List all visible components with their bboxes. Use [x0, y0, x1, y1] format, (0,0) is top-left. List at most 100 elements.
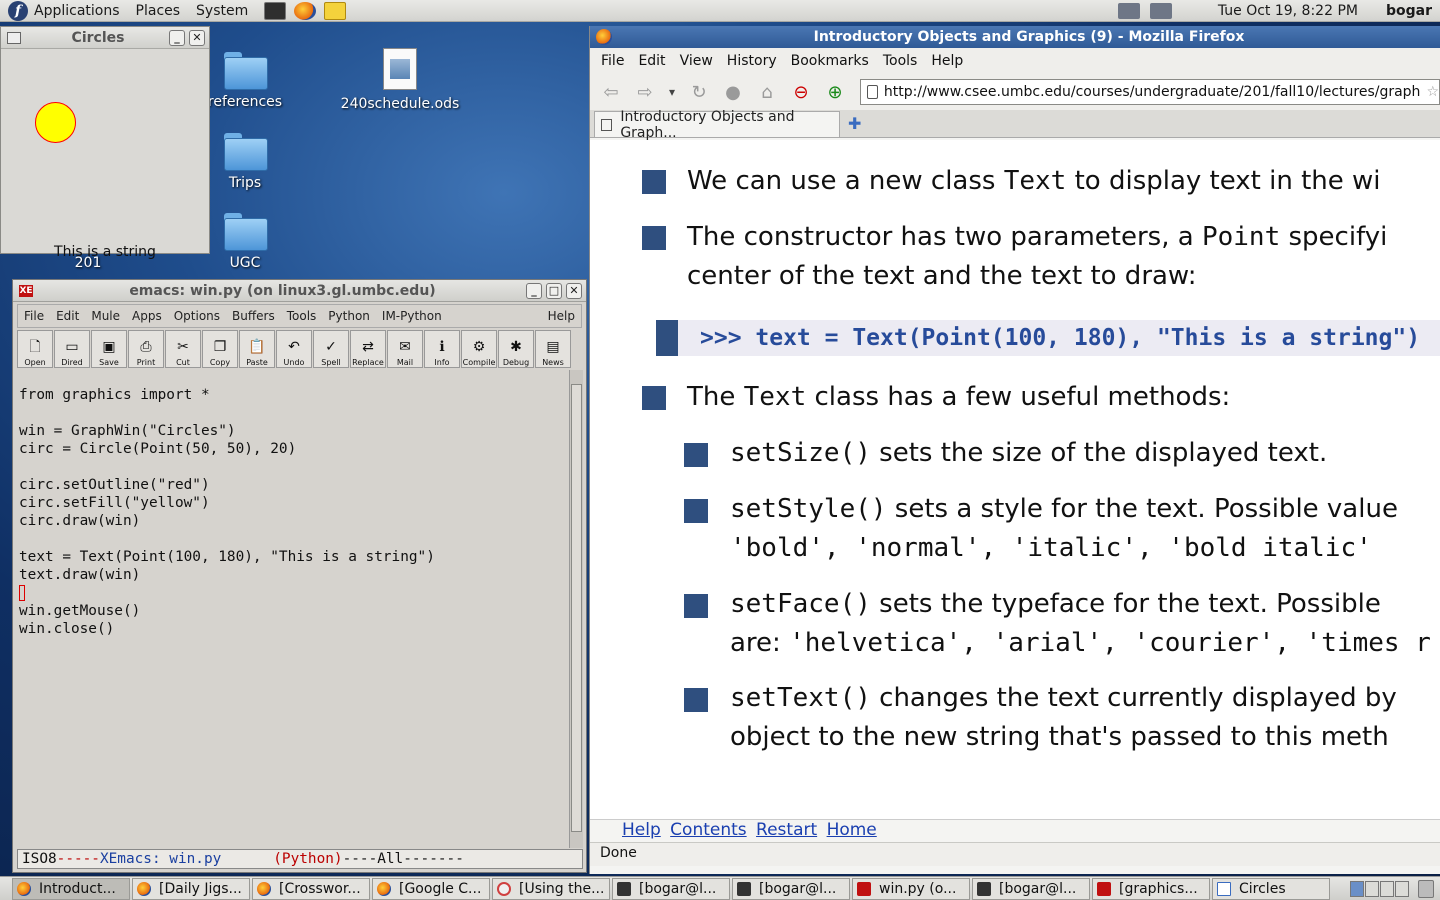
desktop-icon-label: references: [207, 94, 283, 110]
menu-tools[interactable]: Tools: [876, 53, 925, 69]
taskbar-item[interactable]: [graphics...: [1092, 877, 1210, 900]
toolbar-save-button[interactable]: ▣ Save: [91, 330, 127, 368]
menu-python[interactable]: Python: [322, 309, 376, 323]
taskbar-item[interactable]: [bogar@l...: [972, 877, 1090, 900]
reload-icon[interactable]: ↻: [684, 79, 714, 105]
history-dropdown-icon[interactable]: ▾: [664, 79, 680, 105]
taskbar-item[interactable]: win.py (o...: [852, 877, 970, 900]
close-button[interactable]: ✕: [566, 282, 582, 299]
menu-buffers[interactable]: Buffers: [226, 309, 281, 323]
menu-history[interactable]: History: [720, 53, 784, 69]
toolbar-replace-button[interactable]: ⇄ Replace: [350, 330, 386, 368]
toolbar-spell-button[interactable]: ✓ Spell: [313, 330, 349, 368]
taskbar-item[interactable]: Introduct...: [12, 877, 130, 900]
graphics-canvas[interactable]: This is a string: [1, 49, 209, 260]
taskbar-label: Introduct...: [39, 880, 116, 897]
menu-file[interactable]: File: [594, 53, 631, 69]
back-icon[interactable]: ⇦: [596, 79, 626, 105]
maximize-button[interactable]: □: [546, 282, 562, 299]
toolbar-open-button[interactable]: 🗋 Open: [17, 330, 53, 368]
browser-tab[interactable]: Introductory Objects and Graph...: [594, 109, 840, 141]
page-content[interactable]: We can use a new class Text to display t…: [590, 140, 1440, 820]
volume-muted-icon[interactable]: [1117, 2, 1140, 19]
scrollbar-thumb[interactable]: [571, 384, 582, 832]
menu-tools[interactable]: Tools: [281, 309, 323, 323]
menu-edit[interactable]: Edit: [50, 309, 85, 323]
taskbar-item[interactable]: [bogar@l...: [732, 877, 850, 900]
workspace-2[interactable]: [1365, 880, 1379, 897]
desktop-icon-references[interactable]: references: [205, 52, 285, 110]
system-menu[interactable]: System: [196, 3, 248, 19]
toolbar-info-button[interactable]: ℹ Info: [424, 330, 460, 368]
circles-titlebar[interactable]: Circles _ ✕: [1, 27, 209, 49]
clock[interactable]: Tue Oct 19, 8:22 PM: [1218, 3, 1358, 19]
taskbar-item[interactable]: [Daily Jigs...: [132, 877, 250, 900]
menu-help[interactable]: Help: [542, 309, 581, 323]
bookmark-star-icon[interactable]: ☆: [1426, 84, 1439, 100]
taskbar-item[interactable]: [Using the...: [492, 877, 610, 900]
toolbar-print-button[interactable]: ⎙ Print: [128, 330, 164, 368]
trash-icon[interactable]: [1418, 879, 1434, 898]
restart-link[interactable]: Restart: [756, 820, 817, 840]
taskbar-item[interactable]: [bogar@l...: [612, 877, 730, 900]
toolbar-news-button[interactable]: ▤ News: [535, 330, 571, 368]
stop-icon[interactable]: ●: [718, 79, 748, 105]
close-button[interactable]: ✕: [189, 29, 205, 46]
contents-link[interactable]: Contents: [670, 820, 746, 840]
menu-file[interactable]: File: [18, 309, 50, 323]
menu-im-python[interactable]: IM-Python: [376, 309, 448, 323]
minimize-button[interactable]: _: [526, 282, 542, 299]
menu-options[interactable]: Options: [168, 309, 226, 323]
toolbar-debug-button[interactable]: ✱ Debug: [498, 330, 534, 368]
fedora-logo-icon[interactable]: f: [8, 0, 28, 21]
menu-edit[interactable]: Edit: [631, 53, 672, 69]
workspace-4[interactable]: [1395, 880, 1409, 897]
toolbar-label: Open: [24, 358, 46, 367]
desktop-icon-label: Trips: [228, 175, 262, 191]
desktop-icon-240schedule[interactable]: 240schedule.ods: [340, 48, 460, 112]
toolbar-dired-button[interactable]: ▭ Dired: [54, 330, 90, 368]
toolbar-paste-button[interactable]: 📋 Paste: [239, 330, 275, 368]
minimize-button[interactable]: _: [169, 29, 185, 46]
new-tab-icon[interactable]: ✚: [848, 114, 861, 137]
emacs-scrollbar[interactable]: [569, 370, 583, 848]
toolbar-compile-button[interactable]: ⚙ Compile: [461, 330, 497, 368]
print-icon: ⎙: [140, 339, 152, 355]
emacs-titlebar[interactable]: XE emacs: win.py (on linux3.gl.umbc.edu)…: [13, 280, 586, 302]
zoom-out-icon[interactable]: ⊖: [786, 79, 816, 105]
desktop-icon-ugc[interactable]: UGC: [205, 213, 285, 271]
home-icon[interactable]: ⌂: [752, 79, 782, 105]
url-bar[interactable]: http://www.csee.umbc.edu/courses/undergr…: [860, 79, 1440, 105]
firefox-titlebar[interactable]: Introductory Objects and Graphics (9) - …: [590, 26, 1440, 48]
desktop-icon-trips[interactable]: Trips: [205, 133, 285, 191]
toolbar-cut-button[interactable]: ✂ Cut: [165, 330, 201, 368]
zoom-in-icon[interactable]: ⊕: [820, 79, 850, 105]
footer-links: Help Contents Restart Home: [622, 820, 881, 840]
places-menu[interactable]: Places: [136, 3, 181, 19]
taskbar-item[interactable]: [Google C...: [372, 877, 490, 900]
emacs-editor-buffer[interactable]: from graphics import * win = GraphWin("C…: [17, 370, 569, 848]
terminal-launcher-icon[interactable]: [264, 1, 287, 20]
workspace-3[interactable]: [1380, 880, 1394, 897]
toolbar-undo-button[interactable]: ↶ Undo: [276, 330, 312, 368]
menu-apps[interactable]: Apps: [126, 309, 168, 323]
forward-icon[interactable]: ⇨: [630, 79, 660, 105]
undo-icon: ↶: [288, 339, 300, 355]
menu-view[interactable]: View: [673, 53, 720, 69]
network-icon[interactable]: [1149, 2, 1172, 19]
toolbar-mail-button[interactable]: ✉ Mail: [387, 330, 423, 368]
notes-launcher-icon[interactable]: [324, 1, 347, 20]
menu-help[interactable]: Help: [924, 53, 970, 69]
taskbar-item[interactable]: Circles: [1212, 877, 1330, 900]
menu-mule[interactable]: Mule: [85, 309, 126, 323]
menu-bookmarks[interactable]: Bookmarks: [784, 53, 876, 69]
username[interactable]: bogar: [1386, 3, 1432, 19]
firefox-launcher-icon[interactable]: [294, 1, 317, 20]
toolbar-copy-button[interactable]: ❐ Copy: [202, 330, 238, 368]
applications-menu[interactable]: Applications: [34, 3, 120, 19]
help-link[interactable]: Help: [622, 820, 661, 840]
taskbar-item[interactable]: [Crosswor...: [252, 877, 370, 900]
home-link[interactable]: Home: [827, 820, 877, 840]
workspace-1[interactable]: [1350, 880, 1364, 897]
